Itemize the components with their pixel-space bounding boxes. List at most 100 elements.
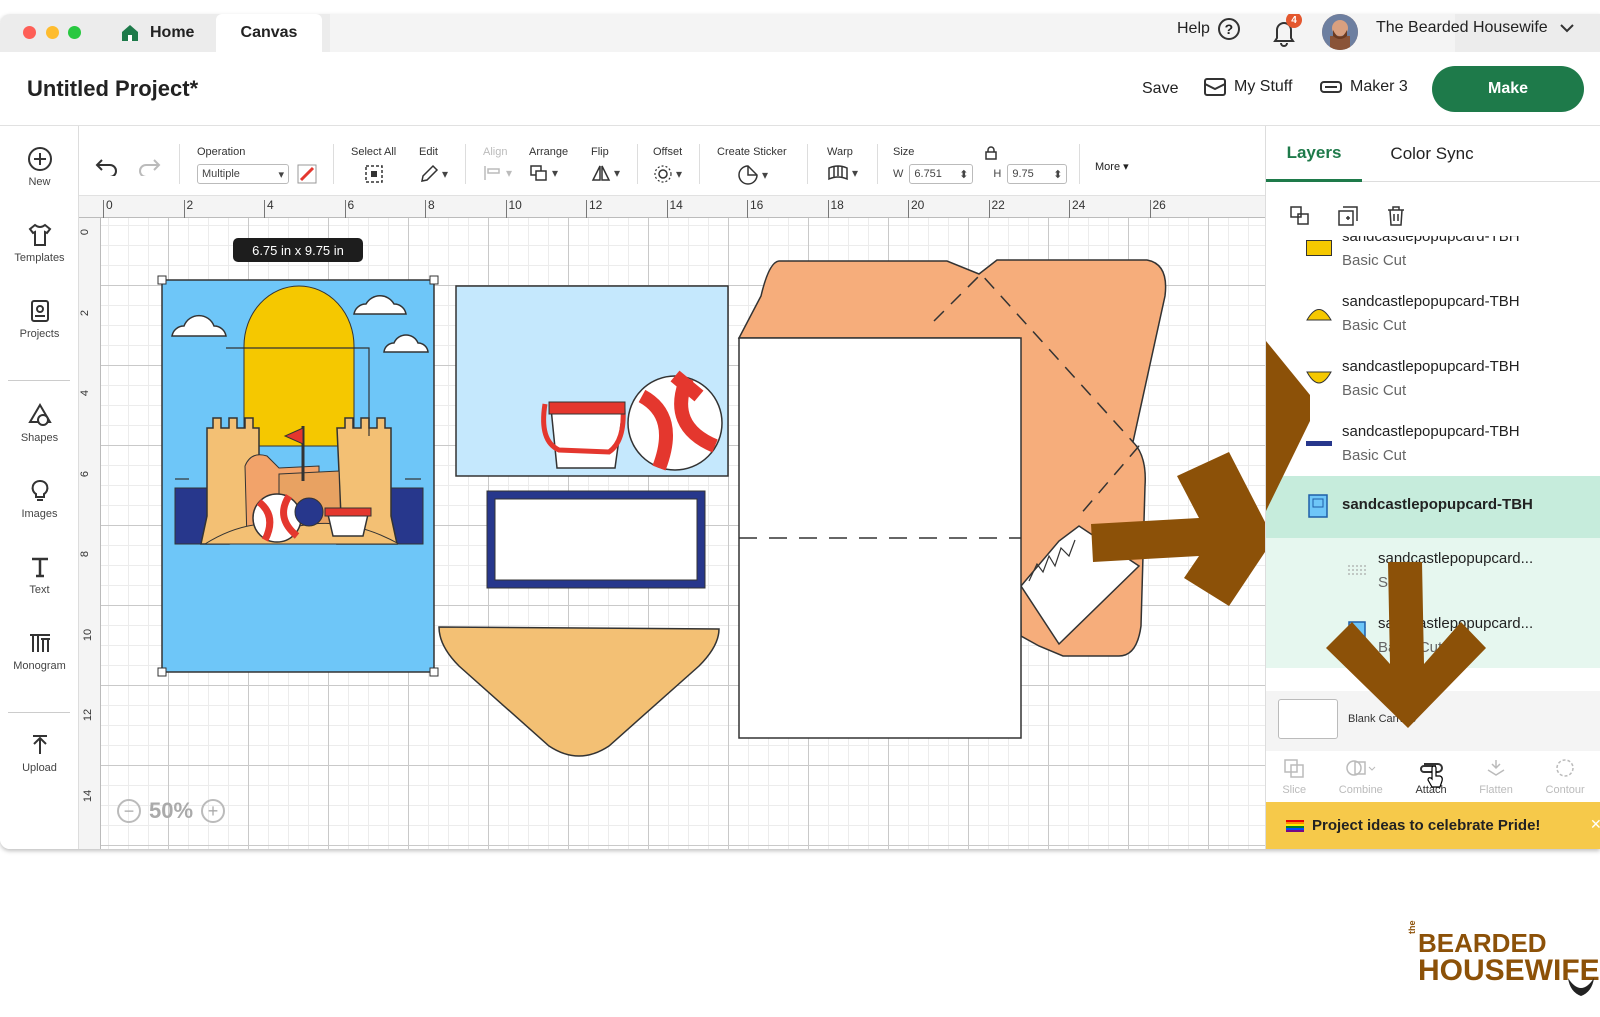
flip-button[interactable]: Flip ▾ — [591, 146, 620, 185]
monogram-icon — [29, 634, 50, 652]
bearded-housewife-logo: the BEARDED HOUSEWIFE — [1407, 921, 1600, 996]
height-label: H — [993, 168, 1002, 180]
sidebar-item-new[interactable]: New — [0, 146, 79, 188]
layer-group-selected[interactable]: sandcastlepopupcard-TBH — [1266, 476, 1600, 538]
layer-row[interactable]: sandcastlepopupcard-TBH Basic Cut — [1266, 411, 1600, 476]
close-icon[interactable]: ✕ — [1590, 816, 1600, 833]
tab-home[interactable]: Home — [108, 14, 218, 52]
trash-icon[interactable] — [1384, 204, 1408, 228]
width-input[interactable]: 6.751 ⬍ — [909, 164, 974, 184]
align-button[interactable]: Align ▾ — [483, 146, 512, 185]
tab-layers[interactable]: Layers — [1266, 126, 1362, 182]
offset-button[interactable]: Offset ▾ — [653, 146, 682, 187]
arrange-button[interactable]: Arrange ▾ — [529, 146, 568, 185]
layer-name: sandcastlepopupcard-TBH — [1342, 236, 1520, 245]
duplicate-icon[interactable] — [1336, 204, 1360, 228]
more-button[interactable]: More ▾ — [1095, 160, 1129, 173]
envelope[interactable] — [737, 259, 1167, 739]
sidebar-item-shapes[interactable]: Shapes — [0, 402, 79, 444]
logo-top: BEARDED — [1418, 928, 1547, 958]
zoom-in-button[interactable]: + — [201, 799, 226, 823]
user-menu[interactable]: The Bearded Housewife — [1376, 19, 1574, 37]
sidebar-item-label: Templates — [14, 252, 65, 264]
help-label: Help — [1177, 20, 1210, 37]
avatar[interactable] — [1322, 14, 1358, 50]
pen-color-icon[interactable] — [297, 164, 317, 184]
sidebar-item-images[interactable]: Images — [0, 478, 79, 520]
arrange-icon — [530, 165, 547, 181]
sidebar-item-upload[interactable]: Upload — [0, 732, 79, 774]
promo-banner[interactable]: Project ideas to celebrate Pride! ✕ — [1266, 802, 1600, 849]
group-icon[interactable] — [1288, 204, 1312, 228]
stepper-icon: ⬍ — [1053, 168, 1063, 181]
combine-button[interactable]: Combine — [1339, 758, 1383, 796]
sidebar-item-projects[interactable]: Projects — [0, 298, 79, 340]
sidebar-item-label: New — [28, 176, 51, 188]
sidebar-item-label: Upload — [22, 762, 57, 774]
left-sidebar: New Templates Projects Shapes Images Tex… — [0, 126, 79, 849]
machine-button[interactable]: Maker 3 — [1320, 78, 1408, 96]
sidebar-item-text[interactable]: Text — [0, 554, 79, 596]
layer-row[interactable]: sandcastlepopupcard-TBH Basic Cut — [1266, 281, 1600, 346]
warp-button[interactable]: Warp ▾ — [827, 146, 858, 185]
create-sticker-button[interactable]: Create Sticker ▾ — [717, 146, 787, 189]
layer-row[interactable]: sandcastlepopupcard-TBH Basic Cut — [1266, 346, 1600, 411]
operation-select[interactable]: Multiple ▾ — [197, 164, 289, 184]
select-all-button[interactable]: Select All — [351, 146, 396, 187]
toolbar-separator — [179, 144, 180, 184]
layer-row[interactable]: sandcastlepopupcard-TBH Basic Cut — [1266, 236, 1600, 281]
minimize-window-button[interactable] — [46, 26, 59, 39]
tab-canvas[interactable]: Canvas — [216, 14, 322, 52]
close-window-button[interactable] — [23, 26, 36, 39]
select-all-icon — [364, 165, 383, 183]
zoom-out-button[interactable]: − — [117, 799, 141, 823]
cricut-design-space-window: Home Canvas Help ? 4 The Bearded Housewi… — [0, 14, 1600, 849]
layer-name: sandcastlepopupcard-TBH — [1342, 293, 1520, 310]
lock-icon[interactable] — [985, 146, 997, 160]
flatten-button[interactable]: Flatten — [1479, 758, 1513, 796]
arrow-right-icon — [1266, 341, 1310, 511]
help-button[interactable]: Help ? — [1177, 18, 1240, 40]
machine-icon — [1320, 81, 1342, 93]
shirt-icon — [28, 223, 51, 246]
layer-operation: Basic Cut — [1342, 447, 1407, 464]
project-header: Untitled Project* Save My Stuff Maker 3 … — [0, 52, 1600, 126]
label-frame[interactable] — [486, 490, 706, 589]
layer-operation: Basic Cut — [1342, 317, 1407, 334]
sticker-icon — [738, 165, 758, 185]
edit-button[interactable]: Edit ▾ — [419, 146, 448, 187]
edit-label: Edit — [419, 146, 438, 158]
dropdown-arrow-icon: ▾ — [278, 168, 284, 181]
my-stuff-button[interactable]: My Stuff — [1204, 78, 1292, 96]
select-all-label: Select All — [351, 146, 397, 158]
more-label: More — [1095, 161, 1121, 173]
flatten-label: Flatten — [1479, 784, 1513, 796]
make-button[interactable]: Make — [1432, 66, 1584, 112]
inbox-icon — [1204, 78, 1226, 96]
height-input[interactable]: 9.75 ⬍ — [1007, 164, 1068, 184]
beard-icon — [1568, 978, 1594, 996]
undo-icon[interactable] — [95, 156, 119, 176]
edit-toolbar: Operation Multiple ▾ Select All Edit ▾ Al… — [79, 126, 1265, 196]
design-canvas[interactable]: 0 2 4 6 8 10 12 14 16 18 20 22 24 26 0 2 4 6 8 10 12 14 — [79, 196, 1265, 849]
sand-flap[interactable] — [438, 626, 720, 757]
maximize-window-button[interactable] — [68, 26, 81, 39]
contour-button[interactable]: Contour — [1546, 758, 1585, 796]
sidebar-item-monogram[interactable]: Monogram — [0, 630, 79, 672]
cursor-hand-icon — [1427, 766, 1443, 788]
redo-icon[interactable] — [137, 156, 161, 176]
sandcastle-card-front[interactable] — [157, 275, 439, 677]
width-value: 6.751 — [914, 168, 942, 180]
project-title[interactable]: Untitled Project* — [27, 76, 198, 102]
bucket-ball-panel[interactable] — [455, 285, 729, 477]
zoom-control: − 50% + — [117, 798, 226, 824]
stepper-icon: ⬍ — [959, 168, 969, 181]
chevron-down-icon — [1559, 24, 1574, 33]
question-icon: ? — [1217, 18, 1240, 40]
tab-color-sync[interactable]: Color Sync — [1372, 126, 1492, 182]
save-button[interactable]: Save — [1142, 80, 1178, 98]
sidebar-item-templates[interactable]: Templates — [0, 222, 79, 264]
slice-button[interactable]: Slice — [1282, 758, 1306, 796]
align-icon — [484, 166, 500, 180]
layer-tools — [1288, 204, 1408, 228]
